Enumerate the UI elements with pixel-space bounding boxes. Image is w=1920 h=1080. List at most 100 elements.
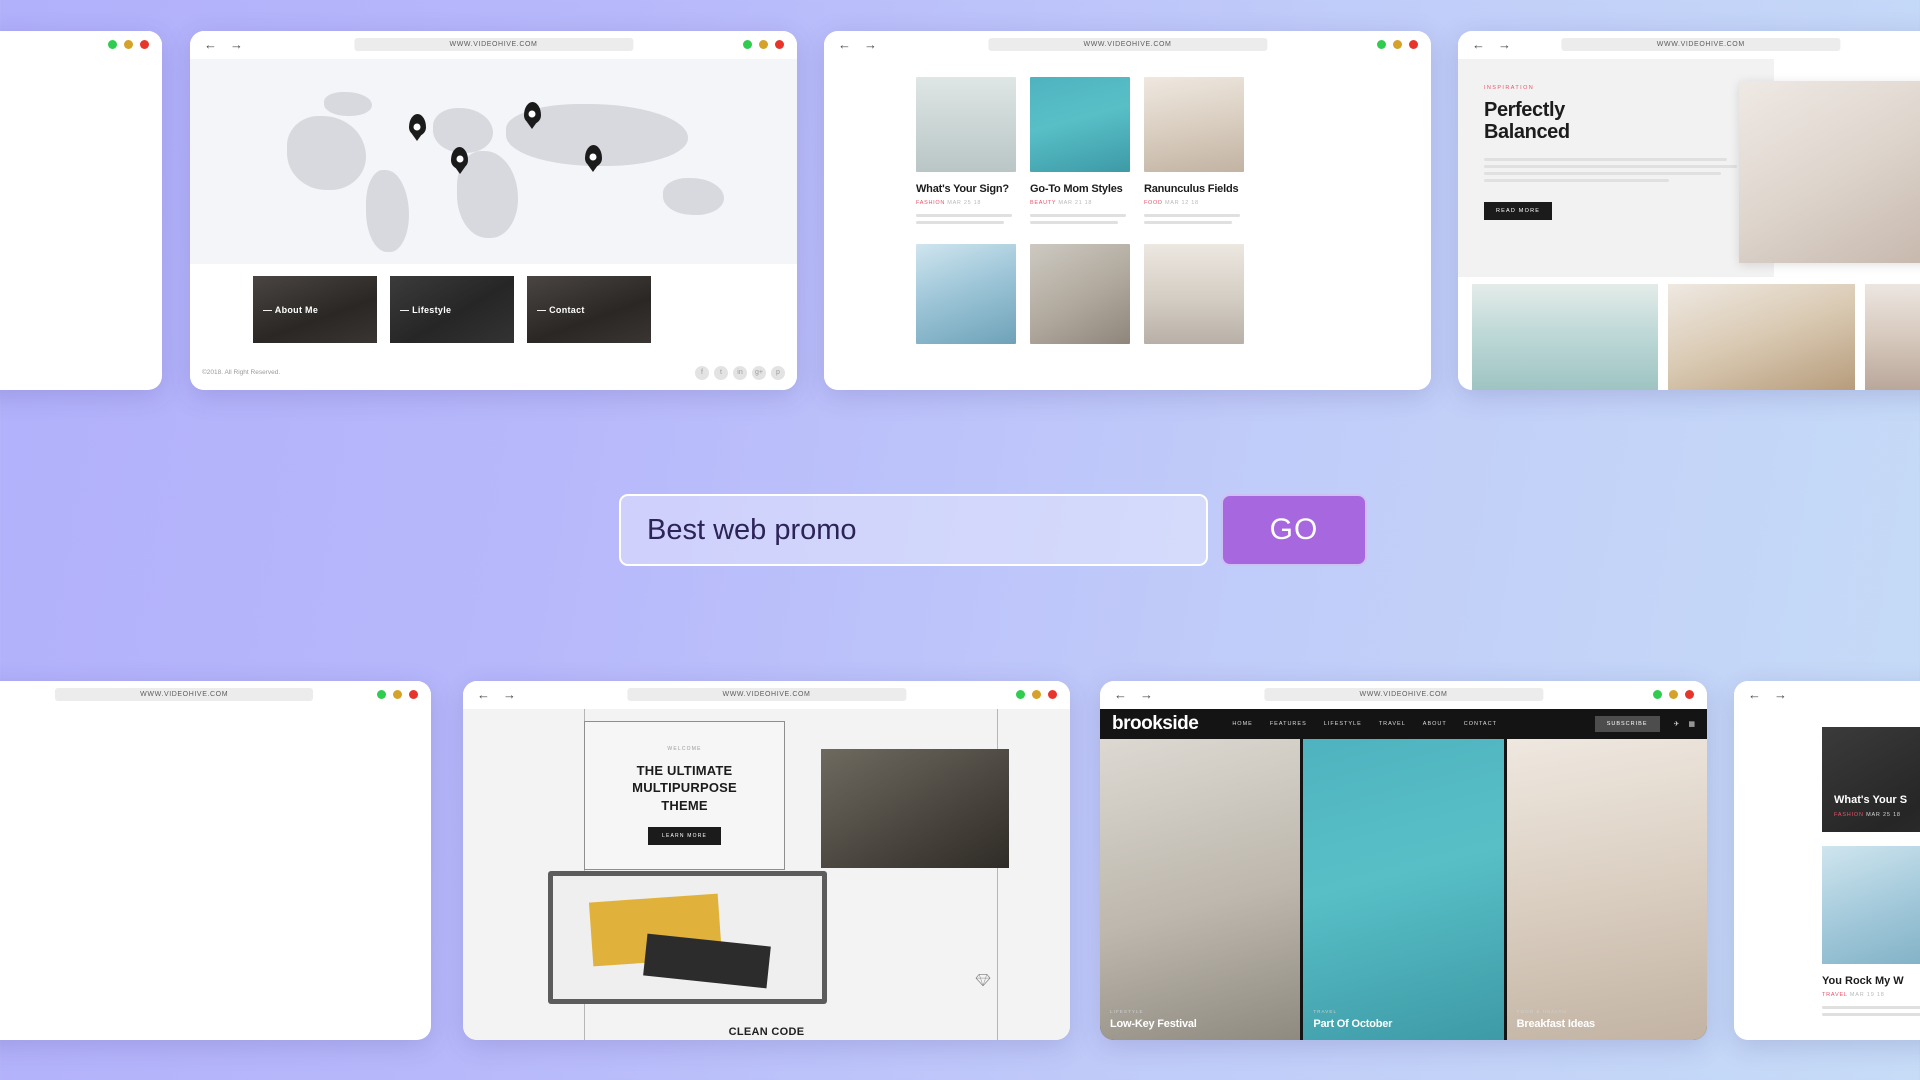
post-category[interactable]: FOOD (1144, 200, 1163, 206)
card-title[interactable]: Low-Key Festival (1110, 1018, 1197, 1030)
site-nav[interactable]: HOME FEATURES LIFESTYLE TRAVEL ABOUT CON… (1232, 721, 1497, 727)
forward-icon[interactable]: → (503, 688, 516, 701)
window-maximize-dot[interactable] (1669, 690, 1678, 699)
read-more-button[interactable]: READ MORE (1484, 201, 1553, 220)
instagram-icon[interactable]: ▦ (1688, 720, 1695, 728)
window-controls[interactable] (743, 40, 784, 49)
post-image[interactable] (916, 77, 1016, 172)
url-bar[interactable]: WWW.VIDEOHIVE.COM (626, 688, 907, 701)
map-pin[interactable] (408, 114, 426, 137)
forward-icon[interactable]: → (1140, 688, 1153, 701)
post-image[interactable] (1144, 77, 1244, 172)
linkedin-icon[interactable]: in (733, 366, 747, 380)
browser-nav-arrows[interactable]: ← → (477, 688, 516, 701)
window-close-dot[interactable] (1685, 690, 1694, 699)
window-close-dot[interactable] (1409, 40, 1418, 49)
post-image[interactable] (1030, 244, 1130, 344)
blog-post[interactable] (1144, 244, 1244, 344)
window-maximize-dot[interactable] (1393, 40, 1402, 49)
back-icon[interactable]: ← (477, 688, 490, 701)
thumbnail-image[interactable] (1668, 284, 1855, 390)
browser-nav-arrows[interactable]: ← → (838, 38, 877, 51)
blog-post[interactable] (916, 244, 1016, 344)
thumbnail-image[interactable] (1864, 284, 1920, 390)
search-input[interactable] (619, 494, 1208, 566)
post-image[interactable] (916, 244, 1016, 344)
browser-window-blog-grid[interactable]: ← → WWW.VIDEOHIVE.COM What's Your Sign? … (824, 31, 1431, 390)
back-icon[interactable]: ← (1114, 688, 1127, 701)
back-icon[interactable]: ← (838, 38, 851, 51)
card-category[interactable]: LIFESTYLE (1110, 1009, 1197, 1014)
browser-nav-arrows[interactable]: ← → (1472, 38, 1511, 51)
googleplus-icon[interactable]: g+ (752, 366, 766, 380)
nav-item-lifestyle[interactable]: LIFESTYLE (1324, 721, 1362, 727)
browser-window-perfectly-balanced[interactable]: ← → WWW.VIDEOHIVE.COM INSPIRATION Perfec… (1458, 31, 1920, 390)
window-maximize-dot[interactable] (759, 40, 768, 49)
nav-item-contact[interactable]: CONTACT (1464, 721, 1497, 727)
window-maximize-dot[interactable] (1032, 690, 1041, 699)
card-title[interactable]: Breakfast Ideas (1517, 1018, 1596, 1030)
post-title[interactable]: What's Your Sign? (916, 183, 1016, 195)
featured-card[interactable]: FOOD & HEALTH Breakfast Ideas (1506, 739, 1707, 1040)
post-category[interactable]: FASHION (916, 200, 945, 206)
window-minimize-dot[interactable] (1016, 690, 1025, 699)
thumbnail-image[interactable] (1472, 284, 1659, 390)
window-controls[interactable] (108, 40, 149, 49)
social-icons[interactable]: ✈ ▦ (1674, 720, 1696, 728)
blog-hero-card[interactable]: What's Your S FASHION MAR 25 18 (1822, 727, 1920, 832)
search-bar[interactable]: GO (619, 494, 1367, 566)
nav-item-travel[interactable]: TRAVEL (1379, 721, 1406, 727)
url-bar[interactable]: WWW.VIDEOHIVE.COM (1561, 38, 1841, 51)
map-pin[interactable] (451, 147, 468, 170)
window-controls[interactable] (1016, 690, 1057, 699)
twitter-icon[interactable]: ✈ (1674, 720, 1680, 728)
browser-window-map-site[interactable]: ← → WWW.VIDEOHIVE.COM — About Me — Lifes… (190, 31, 797, 390)
url-bar[interactable]: WWW.VIDEOHIVE.COM (55, 688, 314, 701)
browser-nav-arrows[interactable]: ← → (1748, 688, 1787, 701)
post-title[interactable]: Go-To Mom Styles (1030, 183, 1130, 195)
blog-post[interactable]: Ranunculus Fields FOOD MAR 12 18 (1144, 77, 1244, 228)
back-icon[interactable]: ← (204, 38, 217, 51)
post-category[interactable]: BEAUTY (1030, 200, 1056, 206)
post-title[interactable]: What's Your S (1834, 794, 1907, 806)
browser-nav-arrows[interactable]: ← → (204, 38, 243, 51)
window-minimize-dot[interactable] (743, 40, 752, 49)
device-mockup[interactable] (547, 871, 828, 1004)
site-logo[interactable]: brookside (1112, 713, 1199, 735)
card-contact[interactable]: — Contact (527, 276, 651, 344)
window-minimize-dot[interactable] (108, 40, 117, 49)
url-bar[interactable]: WWW.VIDEOHIVE.COM (1263, 688, 1544, 701)
back-icon[interactable]: ← (1748, 688, 1761, 701)
browser-window-capitol-theme[interactable]: WWW.VIDEOHIVE.COM HOME PAGES PORTFOLIO B… (0, 681, 431, 1040)
facebook-icon[interactable]: f (695, 366, 709, 380)
forward-icon[interactable]: → (1498, 38, 1511, 51)
blog-post[interactable] (1030, 244, 1130, 344)
post-category[interactable]: FASHION (1834, 812, 1864, 818)
card-about-me[interactable]: — About Me (253, 276, 377, 344)
forward-icon[interactable]: → (230, 38, 243, 51)
window-controls[interactable] (1653, 690, 1694, 699)
browser-window-right-blog[interactable]: ← → What's Your S FASHION MAR 25 18 You … (1734, 681, 1920, 1040)
post-title[interactable]: You Rock My W (1822, 975, 1920, 987)
post-image[interactable] (1822, 846, 1920, 964)
forward-icon[interactable]: → (864, 38, 877, 51)
blog-post[interactable]: You Rock My W TRAVEL MAR 19 18 (1822, 846, 1920, 1016)
window-close-dot[interactable] (1048, 690, 1057, 699)
subscribe-button[interactable]: SUBSCRIBE (1594, 716, 1660, 732)
browser-window-dark-portfolio[interactable]: PAGES PORTFOLIO BLOG SHOP ⚲ ▤ (0, 31, 162, 390)
card-category[interactable]: FOOD & HEALTH (1517, 1009, 1595, 1014)
browser-nav-arrows[interactable]: ← → (1114, 688, 1153, 701)
social-links[interactable]: f t in g+ p (695, 366, 785, 380)
window-minimize-dot[interactable] (1377, 40, 1386, 49)
card-category[interactable]: TRAVEL (1313, 1009, 1392, 1014)
back-icon[interactable]: ← (1472, 38, 1485, 51)
browser-window-multipurpose[interactable]: ← → WWW.VIDEOHIVE.COM WELCOME THE ULTIMA… (463, 681, 1070, 1040)
window-controls[interactable] (1377, 40, 1418, 49)
window-close-dot[interactable] (140, 40, 149, 49)
map-pin[interactable] (523, 102, 541, 125)
card-lifestyle[interactable]: — Lifestyle (390, 276, 514, 344)
map-pin[interactable] (584, 145, 602, 168)
nav-item-home[interactable]: HOME (1232, 721, 1253, 727)
post-category[interactable]: TRAVEL (1822, 992, 1848, 998)
window-controls[interactable] (377, 690, 418, 699)
